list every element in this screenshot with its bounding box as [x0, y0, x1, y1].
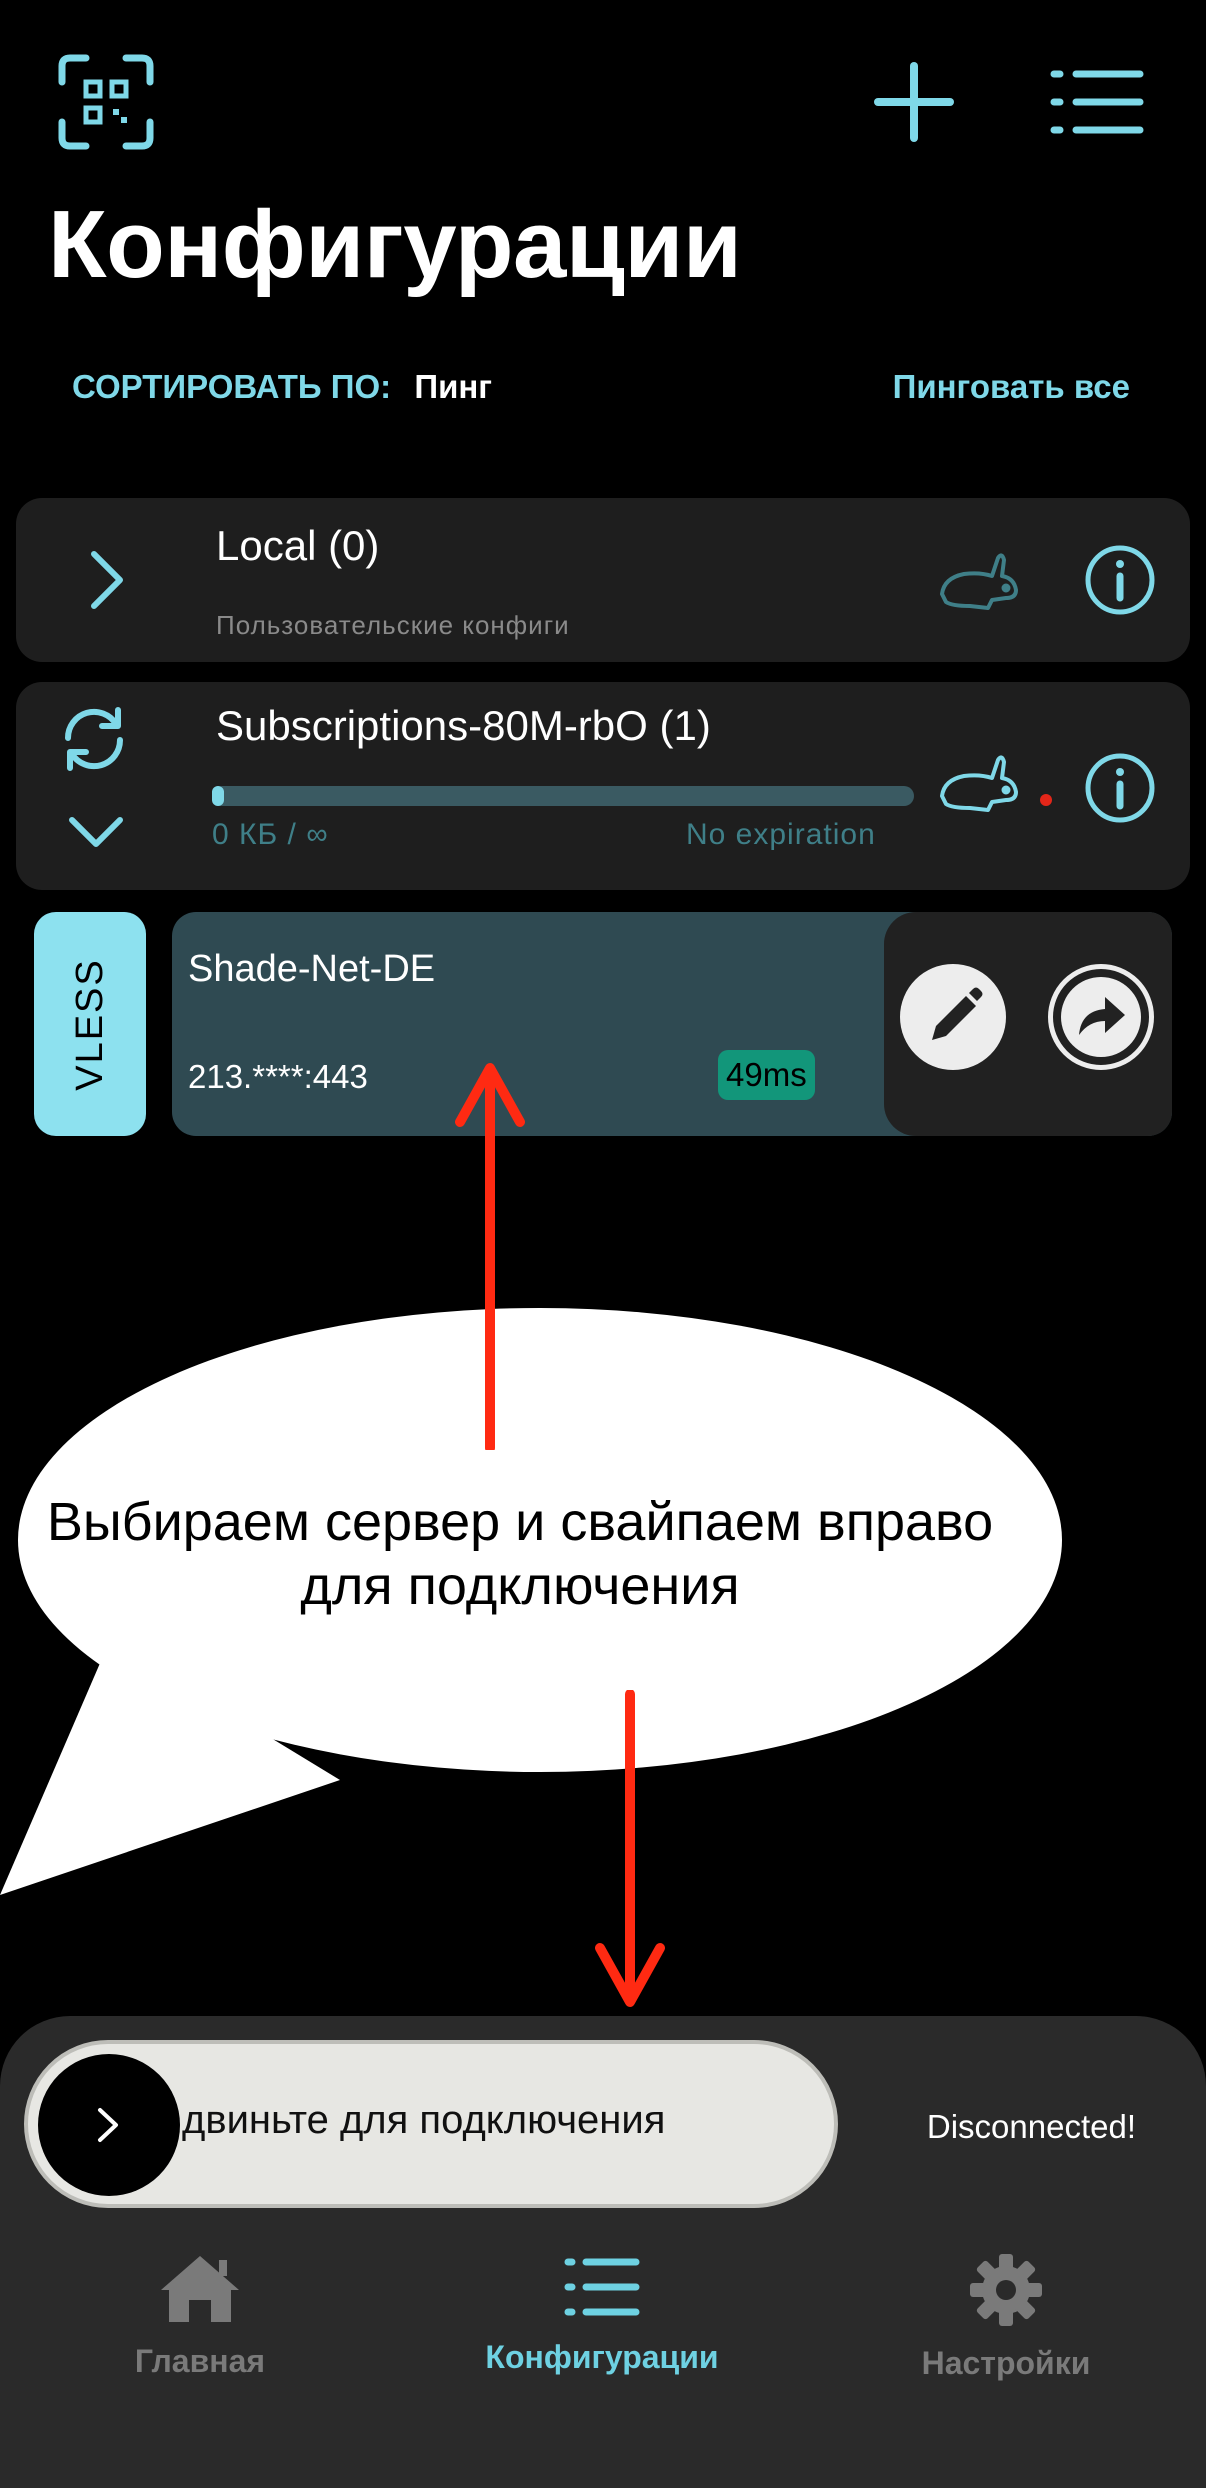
add-icon[interactable] [874, 62, 954, 147]
info-icon[interactable] [1084, 544, 1156, 621]
nav-configurations[interactable]: Конфигурации [452, 2252, 752, 2376]
nav-home[interactable]: Главная [50, 2252, 350, 2380]
ping-all-button[interactable]: Пинговать все [893, 368, 1130, 406]
connection-status: Disconnected! [926, 2108, 1136, 2145]
status-dot [1040, 794, 1052, 806]
chevron-right-icon[interactable] [80, 548, 130, 617]
connect-slider[interactable]: двиньте для подключения [24, 2040, 838, 2208]
share-arrow-icon [1061, 977, 1141, 1057]
server-item[interactable]: Shade-Net-DE 213.****:443 49ms [172, 912, 1172, 1136]
nav-settings[interactable]: Настройки [856, 2252, 1156, 2382]
info-icon[interactable] [1084, 752, 1156, 829]
slider-text: двиньте для подключения [182, 2098, 666, 2142]
home-icon [161, 2256, 239, 2322]
bottom-panel: двиньте для подключения Disconnected! Гл… [0, 2016, 1206, 2488]
rabbit-icon[interactable] [936, 548, 1020, 617]
usage-text: 0 КБ / ∞ [212, 818, 329, 851]
group-title: Local (0) [216, 522, 380, 569]
sort-control[interactable]: СОРТИРОВАТЬ ПО: Пинг [72, 368, 492, 406]
rabbit-icon[interactable] [936, 750, 1020, 819]
nav-configurations-label: Конфигурации [485, 2339, 719, 2375]
annotation-arrow-down-icon [595, 1690, 665, 2007]
nav-home-label: Главная [134, 2343, 266, 2379]
server-actions [884, 912, 1172, 1136]
group-local[interactable]: Local (0) Пользовательские конфиги [16, 498, 1190, 662]
expiration-text: No expiration [686, 818, 876, 851]
menu-list-icon[interactable] [1048, 66, 1146, 143]
usage-progress-bar [212, 786, 914, 806]
chevron-right-icon [98, 2108, 118, 2142]
qr-scan-icon[interactable] [58, 54, 154, 155]
pencil-icon [932, 987, 983, 1040]
usage-progress-fill [212, 786, 224, 806]
annotation-line-1: Выбираем сервер и свайпаем вправо [46, 1492, 994, 1552]
page-title: Конфигурации [48, 191, 742, 298]
nav-settings-label: Настройки [921, 2345, 1091, 2381]
edit-button[interactable] [900, 964, 1006, 1070]
group-subscription[interactable]: Subscriptions-80M-rbO (1) 0 КБ / ∞ No ex… [16, 682, 1190, 890]
gear-icon [970, 2254, 1042, 2326]
annotation-text: Выбираем сервер и свайпаем вправо для по… [0, 1490, 1040, 1618]
server-name: Shade-Net-DE [188, 948, 436, 990]
protocol-label: VLESS [68, 957, 111, 1091]
protocol-badge: VLESS [34, 912, 146, 1136]
group-subtitle: Пользовательские конфиги [216, 610, 570, 640]
refresh-icon[interactable] [54, 704, 134, 779]
chevron-down-icon[interactable] [66, 812, 126, 857]
server-address: 213.****:443 [188, 1058, 368, 1095]
sort-value[interactable]: Пинг [414, 368, 492, 405]
share-button[interactable] [1048, 964, 1154, 1070]
ping-badge: 49ms [718, 1050, 815, 1100]
sort-label: СОРТИРОВАТЬ ПО: [72, 368, 392, 405]
annotation-line-2: для подключения [300, 1556, 740, 1616]
annotation-arrow-up-icon [455, 1063, 525, 1450]
group-title: Subscriptions-80M-rbO (1) [216, 702, 711, 749]
list-icon [564, 2258, 640, 2316]
slider-knob[interactable] [38, 2054, 180, 2196]
